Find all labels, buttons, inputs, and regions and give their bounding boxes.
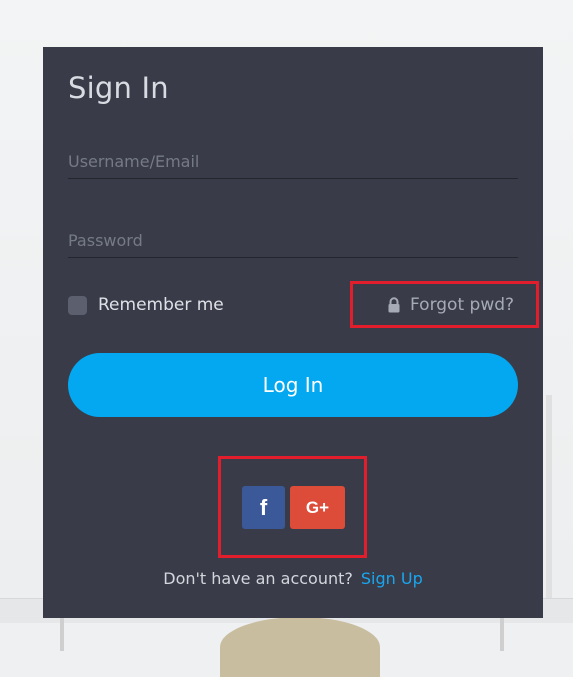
no-account-text: Don't have an account? — [163, 569, 353, 588]
forgot-password-link[interactable]: Forgot pwd? — [387, 294, 514, 316]
remember-me[interactable]: Remember me — [68, 293, 224, 317]
username-field[interactable] — [68, 144, 518, 179]
lock-icon — [387, 297, 401, 313]
facebook-icon: f — [259, 494, 268, 520]
login-button[interactable]: Log In — [68, 353, 518, 417]
signup-link[interactable]: Sign Up — [361, 569, 423, 588]
google-plus-button[interactable]: G+ — [290, 486, 345, 529]
background-post — [546, 395, 552, 605]
remember-label: Remember me — [98, 295, 224, 315]
signup-row: Don't have an account? Sign Up — [43, 569, 543, 588]
password-field[interactable] — [68, 223, 518, 258]
facebook-button[interactable]: f — [242, 486, 285, 529]
page-title: Sign In — [68, 71, 169, 105]
forgot-password-label: Forgot pwd? — [410, 295, 515, 315]
sign-in-card: Sign In Remember me Forgot pwd? Log In f… — [43, 47, 543, 618]
background-lamp — [220, 617, 380, 677]
social-login-group: f G+ — [242, 486, 345, 529]
google-plus-icon: G+ — [305, 497, 330, 517]
remember-checkbox[interactable] — [68, 295, 87, 315]
